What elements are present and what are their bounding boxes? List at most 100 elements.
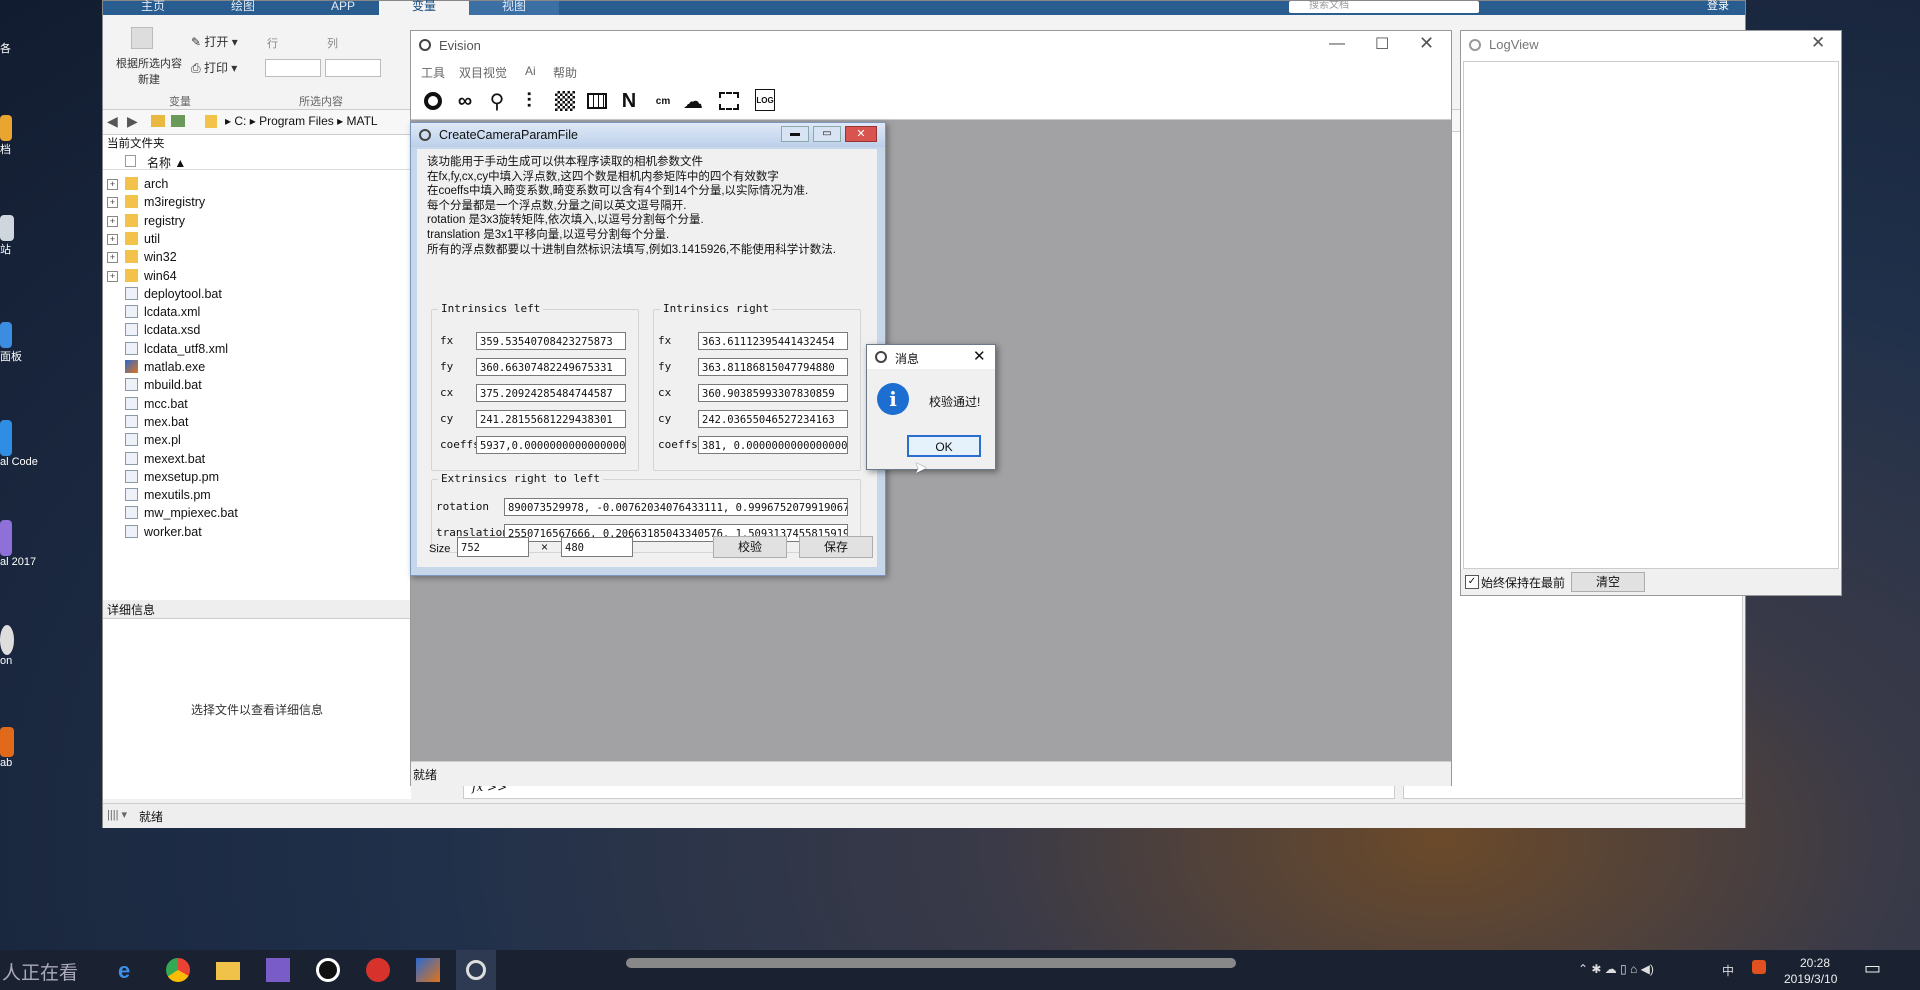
open-button[interactable]: ✎ 打开 ▾	[191, 33, 238, 50]
menu-stereo[interactable]: 双目视觉	[459, 64, 507, 81]
file-row[interactable]: lcdata.xml	[103, 303, 403, 321]
tab-variable[interactable]: 变量	[379, 0, 469, 15]
translation-input[interactable]: 2550716567666, 0.20663185043340576, 1.50…	[504, 524, 848, 542]
expand-icon[interactable]: +	[107, 270, 118, 282]
close-icon[interactable]: ✕	[845, 126, 877, 142]
maximize-icon[interactable]: ☐	[1375, 34, 1389, 54]
left-fx-input[interactable]: 359.53540708423275873	[476, 332, 626, 350]
size-width-input[interactable]: 752	[457, 537, 529, 557]
ok-button[interactable]: OK	[907, 435, 981, 457]
right-coeffs-input[interactable]: 381, 0.0000000000000000	[698, 436, 848, 454]
left-cx-input[interactable]: 375.20924285484744587	[476, 384, 626, 402]
record-icon[interactable]	[316, 958, 340, 982]
desktop-icon-1[interactable]: 各	[0, 40, 24, 56]
scrollbar[interactable]	[626, 958, 1236, 968]
log-icon[interactable]: LOG	[755, 89, 775, 111]
menu-ai[interactable]: Ai	[525, 64, 536, 78]
cloud-icon[interactable]: ☁	[681, 89, 705, 113]
netease-music-icon[interactable]	[366, 958, 390, 982]
expand-icon[interactable]: +	[107, 179, 118, 190]
search-input[interactable]: 搜索文档	[1289, 1, 1479, 13]
notification-icon[interactable]: ▭	[1864, 958, 1881, 979]
save-button[interactable]: 保存	[799, 536, 873, 558]
rotation-input[interactable]: 890073529978, -0.00762034076433111, 0.99…	[504, 498, 848, 516]
always-on-top-checkbox[interactable]: ✓	[1465, 575, 1479, 589]
desktop-icon-4[interactable]: 面板	[0, 322, 24, 364]
expand-icon[interactable]: +	[107, 215, 118, 227]
matlab-icon[interactable]	[416, 958, 440, 982]
login-link[interactable]: 登录	[1707, 1, 1729, 12]
file-row[interactable]: + util	[103, 230, 403, 248]
file-row[interactable]: mexsetup.pm	[103, 468, 403, 486]
left-coeffs-input[interactable]: 5937,0.0000000000000000	[476, 436, 626, 454]
file-row[interactable]: + win32	[103, 248, 403, 266]
visual-studio-icon[interactable]	[266, 958, 290, 982]
file-row[interactable]: mcc.bat	[103, 395, 403, 413]
right-cx-input[interactable]: 360.90385993307830859	[698, 384, 848, 402]
maximize-icon[interactable]: ▭	[813, 126, 841, 142]
file-row[interactable]: lcdata_utf8.xml	[103, 340, 403, 358]
file-row[interactable]: + registry	[103, 212, 403, 230]
ring-icon[interactable]	[421, 89, 445, 113]
new-from-selection-button[interactable]: 根据所选内容 新建	[109, 55, 189, 87]
tab-home[interactable]: 主页	[123, 0, 183, 15]
file-explorer-icon[interactable]	[216, 962, 240, 980]
edge-icon[interactable]: e	[118, 958, 142, 983]
tray-icons[interactable]: ⌃ ✱ ☁ ▯ ⌂ ◀)	[1578, 962, 1654, 976]
sliders-icon[interactable]: ⫶	[517, 89, 541, 113]
file-row[interactable]: mex.pl	[103, 431, 403, 449]
file-row[interactable]: deploytool.bat	[103, 285, 403, 303]
clock-date[interactable]: 2019/3/10	[1784, 972, 1837, 986]
back-icon[interactable]: ◀	[107, 113, 118, 130]
camera-frame-icon[interactable]	[717, 89, 741, 113]
graph-icon[interactable]: N	[617, 89, 641, 113]
print-button[interactable]: ⎙ 打印 ▾	[191, 59, 237, 76]
file-row[interactable]: matlab.exe	[103, 358, 403, 376]
tab-view[interactable]: 视图	[469, 0, 559, 15]
file-row[interactable]: mbuild.bat	[103, 376, 403, 394]
close-icon[interactable]: ✕	[973, 347, 986, 365]
breadcrumb[interactable]: ▸ C: ▸ Program Files ▸ MATL	[225, 114, 378, 128]
menu-tools[interactable]: 工具	[421, 64, 445, 81]
sogou-icon[interactable]	[1752, 960, 1766, 974]
desktop-icon-2[interactable]: 档	[0, 115, 24, 157]
file-row[interactable]: + win64	[103, 267, 403, 285]
verify-button[interactable]: 校验	[713, 536, 787, 558]
checkerboard-icon[interactable]	[553, 89, 577, 113]
left-fy-input[interactable]: 360.66307482249675331	[476, 358, 626, 376]
cm-icon[interactable]: cm	[651, 89, 675, 113]
desktop-icon-5[interactable]: al Code	[0, 420, 38, 468]
browse-icon[interactable]	[171, 115, 185, 127]
size-height-input[interactable]: 480	[561, 537, 633, 557]
file-row[interactable]: + m3iregistry	[103, 193, 403, 211]
row-input[interactable]	[265, 59, 321, 77]
forward-icon[interactable]: ▶	[127, 113, 138, 130]
menu-help[interactable]: 帮助	[553, 64, 577, 81]
binocular-icon[interactable]: ∞	[453, 89, 477, 113]
file-row[interactable]: mexext.bat	[103, 450, 403, 468]
desktop-icon-6[interactable]: al 2017	[0, 520, 36, 568]
grid-icon[interactable]	[585, 89, 609, 113]
expand-icon[interactable]: +	[107, 233, 118, 245]
right-cy-input[interactable]: 242.03655046527234163	[698, 410, 848, 428]
expand-icon[interactable]: +	[107, 252, 118, 264]
clock-time[interactable]: 20:28	[1800, 956, 1830, 970]
close-icon[interactable]: ✕	[1811, 33, 1825, 53]
file-row[interactable]: mex.bat	[103, 413, 403, 431]
minimize-icon[interactable]: ▬	[781, 126, 809, 142]
left-cy-input[interactable]: 241.28155681229438301	[476, 410, 626, 428]
col-input[interactable]	[325, 59, 381, 77]
file-row[interactable]: mexutils.pm	[103, 486, 403, 504]
close-icon[interactable]: ✕	[1419, 33, 1434, 54]
expand-icon[interactable]: +	[107, 197, 118, 209]
file-row[interactable]: + arch	[103, 175, 403, 193]
minimize-icon[interactable]: —	[1329, 35, 1345, 53]
tab-plots[interactable]: 绘图	[203, 0, 283, 15]
right-fx-input[interactable]: 363.61112395441432454	[698, 332, 848, 350]
evision-taskbar-button[interactable]	[456, 950, 496, 990]
file-row[interactable]: worker.bat	[103, 523, 403, 541]
magnifier-icon[interactable]: ⚲	[485, 89, 509, 113]
file-row[interactable]: lcdata.xsd	[103, 321, 403, 339]
chrome-icon[interactable]	[166, 958, 190, 982]
tab-apps[interactable]: APP	[303, 0, 383, 15]
